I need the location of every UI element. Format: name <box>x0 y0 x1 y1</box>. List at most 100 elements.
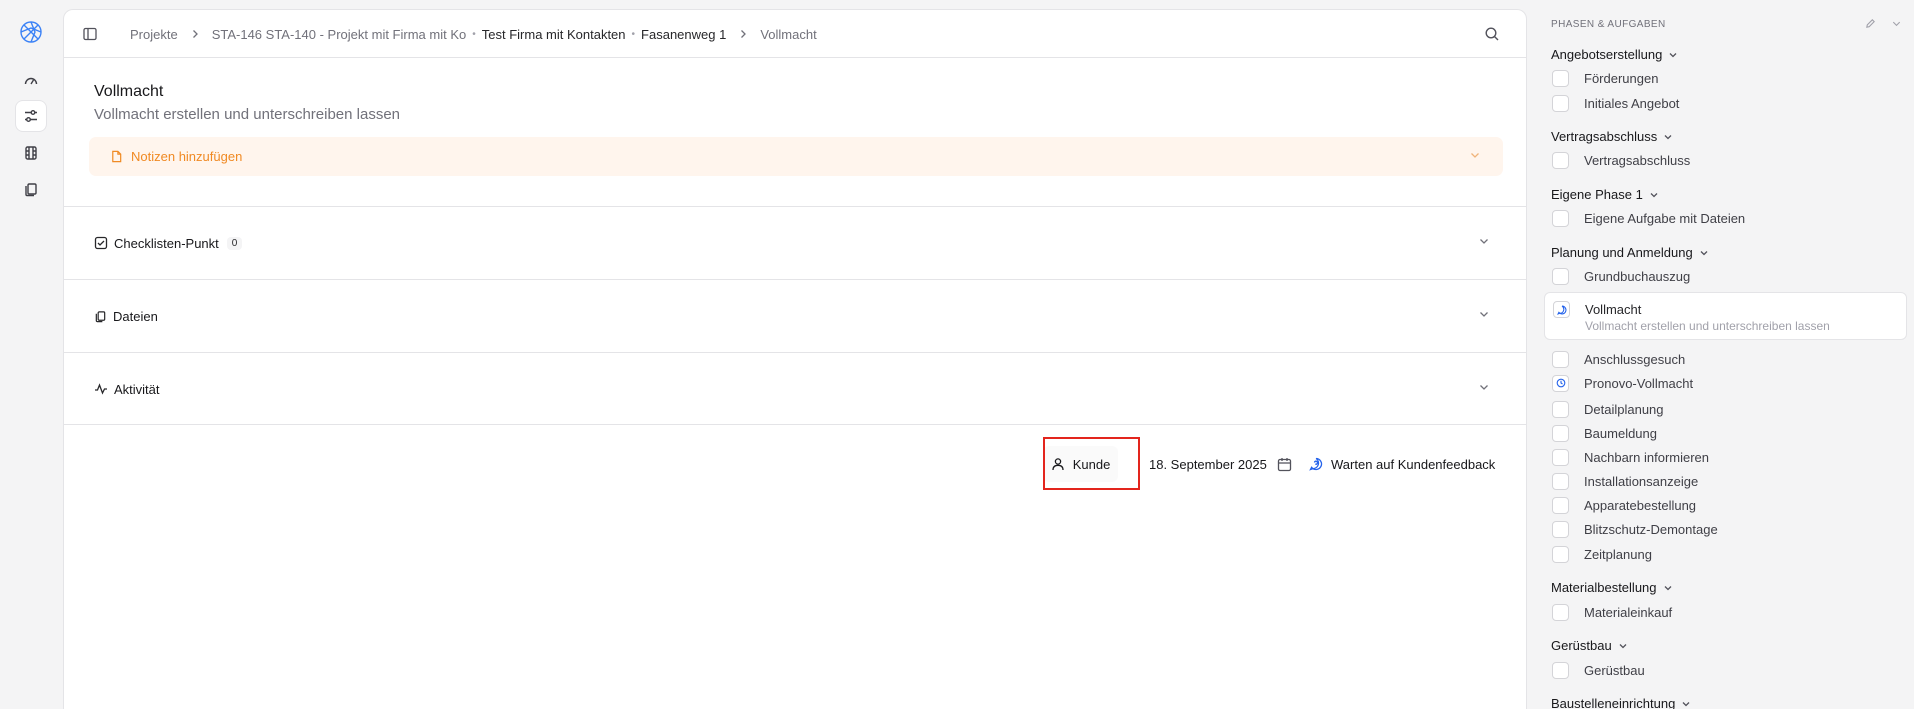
phase-label: Vertragsabschluss <box>1551 129 1658 144</box>
chevron-down-icon <box>1668 50 1678 60</box>
chevron-down-icon <box>1681 699 1691 709</box>
phase-label: Gerüstbau <box>1551 638 1612 653</box>
task-label: Grundbuchauszug <box>1584 268 1691 284</box>
task-item[interactable]: Installationsanzeige <box>1552 472 1698 490</box>
task-item[interactable]: Initiales Angebot <box>1552 94 1679 112</box>
task-label: Detailplanung <box>1584 401 1664 417</box>
task-label: Materialeinkauf <box>1584 604 1673 620</box>
phase-header[interactable]: Gerüstbau <box>1551 638 1628 653</box>
add-notes-bar[interactable]: Notizen hinzufügen <box>89 137 1503 176</box>
chevron-down-icon[interactable] <box>1891 18 1902 29</box>
task-checkbox[interactable] <box>1552 603 1569 621</box>
phase-label: Angebotserstellung <box>1551 47 1663 62</box>
film-strip-icon[interactable] <box>16 138 46 168</box>
phase-header[interactable]: Vertragsabschluss <box>1551 129 1673 144</box>
task-item[interactable]: Materialeinkauf <box>1552 603 1672 621</box>
breadcrumb-project[interactable]: STA-146 STA-140 - Projekt mit Firma mit … <box>212 27 467 42</box>
task-checkbox[interactable] <box>1552 448 1569 466</box>
task-item[interactable]: Baumeldung <box>1552 424 1657 442</box>
breadcrumb-address[interactable]: Fasanenweg 1 <box>641 27 726 42</box>
task-checkbox[interactable] <box>1552 151 1569 169</box>
calendar-icon[interactable] <box>1277 457 1292 472</box>
pencil-icon[interactable] <box>1865 18 1876 29</box>
section-files[interactable]: Dateien <box>64 279 1526 352</box>
task-checkbox[interactable] <box>1552 424 1569 442</box>
checklist-count-badge: 0 <box>226 236 243 250</box>
phase-header[interactable]: Eigene Phase 1 <box>1551 187 1659 202</box>
phase-header[interactable]: Angebotserstellung <box>1551 47 1678 62</box>
settings-sliders-icon[interactable] <box>16 101 46 131</box>
task-item[interactable]: Gerüstbau <box>1552 661 1645 679</box>
breadcrumb-dot: • <box>472 28 476 40</box>
task-item[interactable]: Förderungen <box>1552 69 1658 87</box>
task-label: Baumeldung <box>1584 425 1657 441</box>
breadcrumb: Projekte STA-146 STA-140 - Projekt mit F… <box>130 10 817 58</box>
task-checkbox[interactable] <box>1552 545 1569 563</box>
due-date[interactable]: 18. September 2025 <box>1149 446 1292 482</box>
task-label: Vollmacht <box>1585 302 1642 317</box>
task-item[interactable]: Eigene Aufgabe mit Dateien <box>1552 209 1745 227</box>
phases-heading: PHASEN & AUFGABEN <box>1551 19 1666 30</box>
task-checkbox[interactable] <box>1552 400 1569 418</box>
task-label: Anschlussgesuch <box>1584 351 1686 367</box>
phase-label: Eigene Phase 1 <box>1551 187 1643 202</box>
activity-label: Aktivität <box>114 381 160 397</box>
search-icon[interactable] <box>1482 24 1502 44</box>
left-rail <box>0 0 62 709</box>
phase-label: Planung und Anmeldung <box>1551 245 1693 260</box>
task-label: Gerüstbau <box>1584 662 1645 678</box>
task-label: Apparatebestellung <box>1584 497 1697 513</box>
task-checkbox[interactable] <box>1552 94 1569 112</box>
section-activity[interactable]: Aktivität <box>64 352 1526 425</box>
status-button[interactable]: Warten auf Kundenfeedback <box>1309 446 1495 482</box>
section-checklist[interactable]: Checklisten-Punkt 0 <box>64 206 1526 279</box>
due-date-label: 18. September 2025 <box>1149 456 1267 472</box>
phase-label: Baustelleneinrichtung <box>1551 696 1676 709</box>
documents-copy-icon[interactable] <box>16 174 46 204</box>
task-subtitle: Vollmacht erstellen und unterschreiben l… <box>1585 319 1830 333</box>
task-item-active[interactable]: Vollmacht Vollmacht erstellen und unters… <box>1544 292 1907 340</box>
dashboard-gauge-icon[interactable] <box>16 66 46 96</box>
phase-header[interactable]: Planung und Anmeldung <box>1551 245 1709 260</box>
app-logo-icon[interactable] <box>19 20 43 44</box>
clock-status-icon[interactable] <box>1552 374 1569 392</box>
task-checkbox[interactable] <box>1552 496 1569 514</box>
page-title: Vollmacht <box>94 83 164 100</box>
task-checkbox[interactable] <box>1552 472 1569 490</box>
chevron-down-icon <box>1663 132 1673 142</box>
assignee-button[interactable]: Kunde <box>1043 446 1118 482</box>
divider <box>64 424 1526 425</box>
task-item[interactable]: Apparatebestellung <box>1552 496 1696 514</box>
task-item[interactable]: Zeitplanung <box>1552 545 1652 563</box>
task-item[interactable]: Grundbuchauszug <box>1552 267 1690 285</box>
task-item[interactable]: Detailplanung <box>1552 400 1664 418</box>
phase-header[interactable]: Materialbestellung <box>1551 580 1673 595</box>
task-item[interactable]: Pronovo-Vollmacht <box>1552 374 1693 392</box>
chevron-down-icon[interactable] <box>1469 149 1481 161</box>
breadcrumb-company[interactable]: Test Firma mit Kontakten <box>482 27 626 42</box>
chevron-down-icon <box>1649 190 1659 200</box>
chevron-down-icon[interactable] <box>1478 308 1490 320</box>
chevron-down-icon[interactable] <box>1478 381 1490 393</box>
phase-header[interactable]: Baustelleneinrichtung <box>1551 696 1691 709</box>
chat-feedback-icon[interactable] <box>1553 301 1570 318</box>
breadcrumb-dot: • <box>631 28 636 40</box>
task-item[interactable]: Blitzschutz-Demontage <box>1552 520 1718 538</box>
task-item[interactable]: Anschlussgesuch <box>1552 350 1685 368</box>
sidebar-toggle-icon[interactable] <box>80 24 100 44</box>
task-checkbox[interactable] <box>1552 661 1569 679</box>
chevron-down-icon[interactable] <box>1478 235 1490 247</box>
breadcrumb-projekte[interactable]: Projekte <box>130 27 178 42</box>
checkbox-icon <box>94 236 108 250</box>
task-checkbox[interactable] <box>1552 520 1569 538</box>
page-subtitle: Vollmacht erstellen und unterschreiben l… <box>94 106 401 123</box>
task-checkbox[interactable] <box>1552 69 1569 87</box>
task-checkbox[interactable] <box>1552 350 1569 368</box>
task-item[interactable]: Vertragsabschluss <box>1552 151 1690 169</box>
add-notes-label: Notizen hinzufügen <box>131 149 243 164</box>
assignee-label: Kunde <box>1072 456 1111 472</box>
task-checkbox[interactable] <box>1552 267 1569 285</box>
task-item[interactable]: Nachbarn informieren <box>1552 448 1709 466</box>
task-checkbox[interactable] <box>1552 209 1569 227</box>
task-header: Vollmacht Vollmacht erstellen und unters… <box>94 83 400 123</box>
